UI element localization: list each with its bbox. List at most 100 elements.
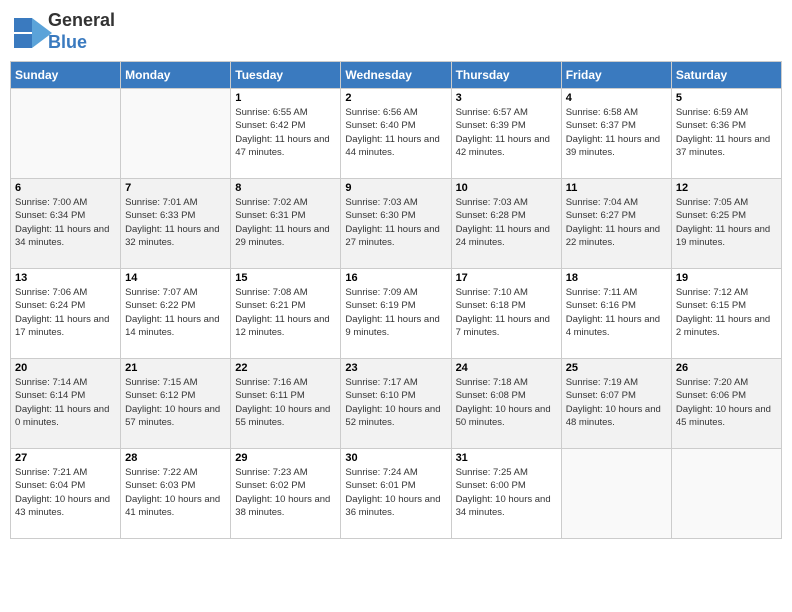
column-header-tuesday: Tuesday	[231, 62, 341, 89]
day-info: Sunrise: 7:11 AM Sunset: 6:16 PM Dayligh…	[566, 286, 667, 339]
calendar-day-cell: 8Sunrise: 7:02 AM Sunset: 6:31 PM Daylig…	[231, 179, 341, 269]
day-info: Sunrise: 7:18 AM Sunset: 6:08 PM Dayligh…	[456, 376, 557, 429]
day-info: Sunrise: 7:17 AM Sunset: 6:10 PM Dayligh…	[345, 376, 446, 429]
calendar-day-cell: 17 Sunrise: 7:10 AM Sunset: 6:18 PM Dayli…	[451, 269, 561, 359]
day-info: Sunrise: 7:24 AM Sunset: 6:01 PM Dayligh…	[345, 466, 446, 519]
column-header-saturday: Saturday	[671, 62, 781, 89]
calendar-day-cell	[11, 89, 121, 179]
calendar-day-cell: 7 Sunrise: 7:01 AM Sunset: 6:33 PM Daylig…	[121, 179, 231, 269]
day-number: 8	[235, 182, 336, 194]
calendar-day-cell	[121, 89, 231, 179]
column-header-wednesday: Wednesday	[341, 62, 451, 89]
calendar-day-cell: 20 Sunrise: 7:14 AM Sunset: 6:14 PM Dayli…	[11, 359, 121, 449]
day-info: Sunrise: 7:00 AM Sunset: 6:34 PM Dayligh…	[15, 196, 116, 249]
day-info: Sunrise: 7:04 AM Sunset: 6:27 PM Dayligh…	[566, 196, 667, 249]
day-info: Sunrise: 6:58 AM Sunset: 6:37 PM Dayligh…	[566, 106, 667, 159]
day-info: Sunrise: 7:14 AM Sunset: 6:14 PM Dayligh…	[15, 376, 116, 429]
calendar-day-cell: 10 Sunrise: 7:03 AM Sunset: 6:28 PM Dayli…	[451, 179, 561, 269]
column-header-thursday: Thursday	[451, 62, 561, 89]
day-number: 12	[676, 182, 777, 194]
day-info: Sunrise: 7:12 AM Sunset: 6:15 PM Dayligh…	[676, 286, 777, 339]
day-number: 30	[345, 452, 446, 464]
day-number: 24	[456, 362, 557, 374]
calendar-day-cell: 6 Sunrise: 7:00 AM Sunset: 6:34 PM Daylig…	[11, 179, 121, 269]
calendar-day-cell: 11 Sunrise: 7:04 AM Sunset: 6:27 PM Dayli…	[561, 179, 671, 269]
day-number: 1	[235, 92, 336, 104]
calendar-day-cell: 19 Sunrise: 7:12 AM Sunset: 6:15 PM Dayli…	[671, 269, 781, 359]
column-header-monday: Monday	[121, 62, 231, 89]
calendar-week-row: 1 Sunrise: 6:55 AM Sunset: 6:42 PM Daylig…	[11, 89, 782, 179]
day-number: 29	[235, 452, 336, 464]
calendar-day-cell: 23 Sunrise: 7:17 AM Sunset: 6:10 PM Dayli…	[341, 359, 451, 449]
day-number: 26	[676, 362, 777, 374]
day-number: 21	[125, 362, 226, 374]
calendar-day-cell: 9 Sunrise: 7:03 AM Sunset: 6:30 PM Daylig…	[341, 179, 451, 269]
day-info: Sunrise: 7:03 AM Sunset: 6:30 PM Dayligh…	[345, 196, 446, 249]
day-number: 19	[676, 272, 777, 284]
day-number: 4	[566, 92, 667, 104]
day-number: 7	[125, 182, 226, 194]
day-info: Sunrise: 7:19 AM Sunset: 6:07 PM Dayligh…	[566, 376, 667, 429]
calendar-day-cell: 3Sunrise: 6:57 AM Sunset: 6:39 PM Daylig…	[451, 89, 561, 179]
logo: General Blue	[14, 10, 115, 53]
day-number: 14	[125, 272, 226, 284]
calendar-day-cell	[671, 449, 781, 539]
day-number: 5	[676, 92, 777, 104]
day-number: 18	[566, 272, 667, 284]
day-info: Sunrise: 6:56 AM Sunset: 6:40 PM Dayligh…	[345, 106, 446, 159]
logo-text: General Blue	[48, 10, 115, 53]
day-info: Sunrise: 7:06 AM Sunset: 6:24 PM Dayligh…	[15, 286, 116, 339]
day-info: Sunrise: 7:25 AM Sunset: 6:00 PM Dayligh…	[456, 466, 557, 519]
day-number: 13	[15, 272, 116, 284]
day-info: Sunrise: 7:16 AM Sunset: 6:11 PM Dayligh…	[235, 376, 336, 429]
day-info: Sunrise: 7:08 AM Sunset: 6:21 PM Dayligh…	[235, 286, 336, 339]
day-info: Sunrise: 7:05 AM Sunset: 6:25 PM Dayligh…	[676, 196, 777, 249]
page-header: General Blue	[10, 10, 782, 53]
day-number: 10	[456, 182, 557, 194]
day-info: Sunrise: 7:22 AM Sunset: 6:03 PM Dayligh…	[125, 466, 226, 519]
day-number: 28	[125, 452, 226, 464]
day-number: 11	[566, 182, 667, 194]
day-number: 2	[345, 92, 446, 104]
calendar-day-cell: 24 Sunrise: 7:18 AM Sunset: 6:08 PM Dayli…	[451, 359, 561, 449]
day-number: 15	[235, 272, 336, 284]
day-info: Sunrise: 7:21 AM Sunset: 6:04 PM Dayligh…	[15, 466, 116, 519]
calendar-day-cell: 5 Sunrise: 6:59 AM Sunset: 6:36 PM Daylig…	[671, 89, 781, 179]
calendar-week-row: 13 Sunrise: 7:06 AM Sunset: 6:24 PM Dayli…	[11, 269, 782, 359]
day-info: Sunrise: 7:09 AM Sunset: 6:19 PM Dayligh…	[345, 286, 446, 339]
day-number: 25	[566, 362, 667, 374]
day-info: Sunrise: 7:23 AM Sunset: 6:02 PM Dayligh…	[235, 466, 336, 519]
day-info: Sunrise: 6:55 AM Sunset: 6:42 PM Dayligh…	[235, 106, 336, 159]
calendar-week-row: 20 Sunrise: 7:14 AM Sunset: 6:14 PM Dayli…	[11, 359, 782, 449]
calendar-table: SundayMondayTuesdayWednesdayThursdayFrid…	[10, 61, 782, 539]
day-info: Sunrise: 7:10 AM Sunset: 6:18 PM Dayligh…	[456, 286, 557, 339]
calendar-day-cell: 28 Sunrise: 7:22 AM Sunset: 6:03 PM Dayli…	[121, 449, 231, 539]
calendar-day-cell: 22 Sunrise: 7:16 AM Sunset: 6:11 PM Dayli…	[231, 359, 341, 449]
day-info: Sunrise: 7:01 AM Sunset: 6:33 PM Dayligh…	[125, 196, 226, 249]
day-info: Sunrise: 7:03 AM Sunset: 6:28 PM Dayligh…	[456, 196, 557, 249]
calendar-day-cell: 15 Sunrise: 7:08 AM Sunset: 6:21 PM Dayli…	[231, 269, 341, 359]
calendar-day-cell: 30 Sunrise: 7:24 AM Sunset: 6:01 PM Dayli…	[341, 449, 451, 539]
day-number: 3	[456, 92, 557, 104]
calendar-week-row: 27Sunrise: 7:21 AM Sunset: 6:04 PM Dayli…	[11, 449, 782, 539]
day-number: 23	[345, 362, 446, 374]
day-number: 17	[456, 272, 557, 284]
calendar-day-cell: 18 Sunrise: 7:11 AM Sunset: 6:16 PM Dayli…	[561, 269, 671, 359]
column-header-friday: Friday	[561, 62, 671, 89]
day-info: Sunrise: 6:59 AM Sunset: 6:36 PM Dayligh…	[676, 106, 777, 159]
calendar-day-cell: 4 Sunrise: 6:58 AM Sunset: 6:37 PM Daylig…	[561, 89, 671, 179]
day-number: 9	[345, 182, 446, 194]
calendar-day-cell: 21 Sunrise: 7:15 AM Sunset: 6:12 PM Dayli…	[121, 359, 231, 449]
logo-icon	[14, 18, 46, 46]
calendar-day-cell: 31Sunrise: 7:25 AM Sunset: 6:00 PM Dayli…	[451, 449, 561, 539]
calendar-day-cell: 16Sunrise: 7:09 AM Sunset: 6:19 PM Dayli…	[341, 269, 451, 359]
day-number: 22	[235, 362, 336, 374]
day-info: Sunrise: 7:15 AM Sunset: 6:12 PM Dayligh…	[125, 376, 226, 429]
calendar-day-cell: 26Sunrise: 7:20 AM Sunset: 6:06 PM Dayli…	[671, 359, 781, 449]
calendar-day-cell: 12 Sunrise: 7:05 AM Sunset: 6:25 PM Dayli…	[671, 179, 781, 269]
day-number: 6	[15, 182, 116, 194]
calendar-day-cell: 13 Sunrise: 7:06 AM Sunset: 6:24 PM Dayli…	[11, 269, 121, 359]
calendar-day-cell: 29 Sunrise: 7:23 AM Sunset: 6:02 PM Dayli…	[231, 449, 341, 539]
day-info: Sunrise: 7:07 AM Sunset: 6:22 PM Dayligh…	[125, 286, 226, 339]
day-number: 20	[15, 362, 116, 374]
